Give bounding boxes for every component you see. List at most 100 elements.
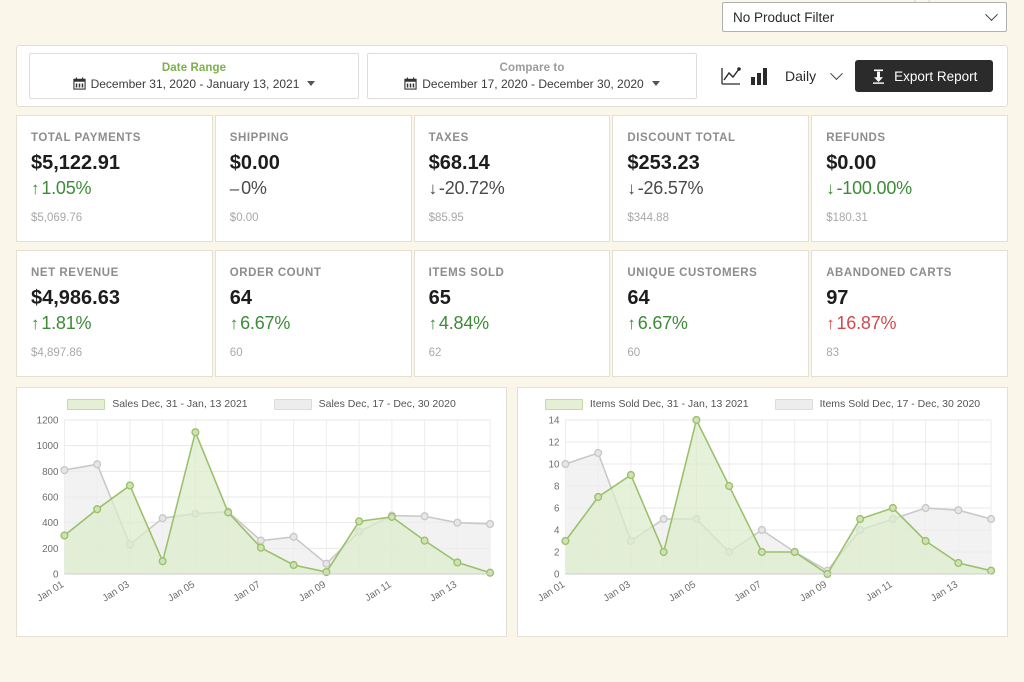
stat-card-delta: ↑6.67%	[230, 311, 397, 336]
stat-card[interactable]: ORDER COUNT64↑6.67%60	[215, 250, 412, 377]
compare-to-picker[interactable]: Compare to December 17, 2020 - December …	[367, 53, 697, 99]
svg-text:8: 8	[554, 481, 560, 492]
legend-item[interactable]: Items Sold Dec, 31 - Jan, 13 2021	[545, 398, 749, 410]
trend-arrow-icon: ↑	[429, 315, 437, 332]
trend-arrow-icon: –	[230, 180, 239, 197]
svg-text:12: 12	[549, 437, 560, 448]
stat-card-delta-value: 0%	[241, 176, 267, 201]
charts-row: Sales Dec, 31 - Jan, 13 2021 Sales Dec, 1…	[16, 387, 1008, 637]
stats-row-2: NET REVENUE$4,986.63↑1.81%$4,897.86 ORDER…	[16, 250, 1008, 377]
trend-arrow-icon: ↑	[627, 315, 635, 332]
stat-card-value: $253.23	[627, 151, 794, 176]
stat-card-delta: ↓-20.72%	[429, 176, 596, 201]
stat-card[interactable]: TOTAL PAYMENTS$5,122.91↑1.05%$5,069.76	[16, 115, 213, 242]
svg-text:200: 200	[42, 544, 59, 555]
stat-card[interactable]: UNIQUE CUSTOMERS 64 ↑6.67% 60	[612, 250, 809, 377]
trend-arrow-icon: ↑	[230, 315, 238, 332]
calendar-icon	[73, 77, 86, 90]
stat-card[interactable]: TAXES$68.14↓-20.72%$85.95	[414, 115, 611, 242]
stat-card-delta: ↓-26.57%	[627, 176, 794, 201]
svg-text:Jan 01: Jan 01	[536, 579, 567, 605]
stat-card-title: ORDER COUNT	[230, 267, 397, 279]
stat-card-title: DISCOUNT TOTAL	[627, 132, 794, 144]
svg-text:Jan 13: Jan 13	[428, 579, 459, 605]
stat-card-title: ITEMS SOLD	[429, 267, 596, 279]
stat-card-value: $5,122.91	[31, 151, 198, 176]
interval-value: Daily	[785, 68, 816, 84]
legend-item[interactable]: Items Sold Dec, 17 - Dec, 30 2020	[775, 398, 981, 410]
trend-arrow-icon: ↑	[31, 315, 39, 332]
stat-card-delta: ↑1.05%	[31, 176, 198, 201]
stat-card[interactable]: ABANDONED CARTS97↑16.87%83	[811, 250, 1008, 377]
legend-label: Items Sold Dec, 17 - Dec, 30 2020	[820, 398, 981, 410]
svg-text:Jan 13: Jan 13	[929, 579, 960, 605]
sales-chart-card: Sales Dec, 31 - Jan, 13 2021 Sales Dec, 1…	[16, 387, 507, 637]
product-filter-select[interactable]: No Product Filter	[722, 2, 1007, 32]
caret-down-icon	[652, 81, 660, 86]
svg-text:Jan 07: Jan 07	[232, 579, 263, 605]
legend-label: Sales Dec, 17 - Dec, 30 2020	[319, 398, 456, 410]
trend-arrow-icon: ↓	[627, 180, 635, 197]
stat-card-title: UNIQUE CUSTOMERS	[627, 267, 794, 279]
date-range-label: Date Range	[162, 61, 226, 76]
items-sold-chart[interactable]: 02468101214Jan 01Jan 03Jan 05Jan 07Jan 0…	[526, 412, 999, 612]
interval-select[interactable]: Daily	[785, 68, 841, 84]
stat-card-delta: ↓-100.00%	[826, 176, 993, 201]
trend-arrow-icon: ↓	[429, 180, 437, 197]
line-chart-icon[interactable]	[721, 67, 741, 86]
top-filter-bar: No Product Filter	[0, 0, 1024, 36]
stat-card-title: NET REVENUE	[31, 267, 198, 279]
stat-card[interactable]: REFUNDS$0.00↓-100.00%$180.31	[811, 115, 1008, 242]
stat-card-delta-value: 1.05%	[41, 176, 91, 201]
svg-text:Jan 09: Jan 09	[297, 579, 328, 605]
stat-card[interactable]: DISCOUNT TOTAL$253.23↓-26.57%$344.88	[612, 115, 809, 242]
stat-card-delta-value: 6.67%	[638, 311, 688, 336]
chevron-down-icon	[830, 67, 843, 80]
svg-text:Jan 05: Jan 05	[667, 579, 698, 605]
svg-text:400: 400	[42, 518, 59, 529]
stat-card[interactable]: ITEMS SOLD65↑4.84%62	[414, 250, 611, 377]
stat-card-value: $0.00	[230, 151, 397, 176]
legend-label: Sales Dec, 31 - Jan, 13 2021	[112, 398, 247, 410]
bar-chart-icon[interactable]	[750, 67, 769, 86]
svg-text:Jan 03: Jan 03	[602, 579, 633, 605]
stat-card-delta-value: -100.00%	[837, 176, 912, 201]
svg-text:Jan 03: Jan 03	[101, 579, 132, 605]
stat-card-title: REFUNDS	[826, 132, 993, 144]
svg-text:Jan 01: Jan 01	[35, 579, 66, 605]
stat-card-delta-value: -20.72%	[439, 176, 505, 201]
stat-card-previous: 62	[429, 347, 596, 359]
stat-card-delta: ↑4.84%	[429, 311, 596, 336]
legend-item[interactable]: Sales Dec, 31 - Jan, 13 2021	[67, 398, 247, 410]
stat-card-title: ABANDONED CARTS	[826, 267, 993, 279]
stat-card[interactable]: SHIPPING$0.00–0%$0.00	[215, 115, 412, 242]
stat-card-value: 64	[627, 286, 794, 311]
svg-text:Jan 11: Jan 11	[363, 579, 394, 604]
svg-text:Jan 09: Jan 09	[798, 579, 829, 605]
compare-to-value-row: December 17, 2020 - December 30, 2020	[404, 76, 659, 92]
legend-swatch	[67, 399, 105, 410]
stat-card-title: TAXES	[429, 132, 596, 144]
stat-card-value: $68.14	[429, 151, 596, 176]
stat-card-previous: 60	[627, 347, 794, 359]
svg-text:Jan 11: Jan 11	[864, 579, 895, 604]
legend-item[interactable]: Sales Dec, 17 - Dec, 30 2020	[274, 398, 456, 410]
stat-card-previous: 83	[826, 347, 993, 359]
stat-card-previous: $5,069.76	[31, 212, 198, 224]
stat-card-delta: ↑1.81%	[31, 311, 198, 336]
sales-chart-legend: Sales Dec, 31 - Jan, 13 2021 Sales Dec, 1…	[25, 398, 498, 410]
sales-chart[interactable]: 020040060080010001200Jan 01Jan 03Jan 05J…	[25, 412, 498, 612]
report-controls-panel: Date Range December 31, 2020 - January 1…	[16, 45, 1008, 107]
compare-to-value: December 17, 2020 - December 30, 2020	[422, 76, 643, 92]
items-sold-chart-card: Items Sold Dec, 31 - Jan, 13 2021 Items S…	[517, 387, 1008, 637]
stat-card-previous: 60	[230, 347, 397, 359]
stat-card-previous: $85.95	[429, 212, 596, 224]
svg-text:14: 14	[549, 415, 560, 426]
stat-card-title: SHIPPING	[230, 132, 397, 144]
date-range-picker[interactable]: Date Range December 31, 2020 - January 1…	[29, 53, 359, 99]
stat-card[interactable]: NET REVENUE$4,986.63↑1.81%$4,897.86	[16, 250, 213, 377]
stat-card-delta-value: 1.81%	[41, 311, 91, 336]
compare-to-label: Compare to	[500, 61, 565, 76]
export-report-button[interactable]: Export Report	[855, 60, 993, 92]
svg-text:1200: 1200	[37, 415, 59, 426]
